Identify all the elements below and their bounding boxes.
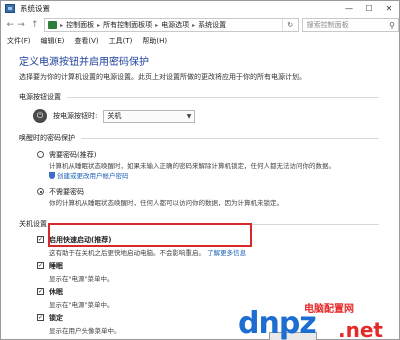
watermark-logo: 电脑配置网 dnpz .net <box>238 300 398 340</box>
menu-view[interactable]: 查看(V) <box>74 36 98 46</box>
checkbox-checked[interactable]: ✓ <box>37 288 44 296</box>
address-bar: ← → ↑ ▸ 控制面板 ▸ 所有控制面板项 ▸ 电源选项 ▸ 系统设置 ↻ 搜… <box>1 16 399 34</box>
breadcrumb-item[interactable]: 所有控制面板项 <box>103 20 152 30</box>
checkbox-description: 这有助于在关机之后更快地启动电脑。不会影响重启。 <box>49 249 205 258</box>
power-button-action-value: 关机 <box>107 112 122 120</box>
checkbox-label: 休眠 <box>49 288 63 297</box>
checkbox-checked[interactable]: ✓ <box>37 314 44 322</box>
search-placeholder: 搜索控制面板 <box>306 21 349 29</box>
breadcrumb[interactable]: ▸ 控制面板 ▸ 所有控制面板项 ▸ 电源选项 ▸ 系统设置 ↻ <box>44 18 299 32</box>
learn-more-link[interactable]: 了解更多信息 <box>207 249 246 257</box>
fast-startup-highlight-box <box>48 223 252 247</box>
menu-tools[interactable]: 工具(T) <box>109 36 133 46</box>
back-arrow-icon[interactable]: ← <box>5 18 16 32</box>
control-panel-icon <box>5 4 15 13</box>
menu-file[interactable]: 文件(F) <box>7 36 31 46</box>
close-button[interactable]: ✕ <box>379 1 399 16</box>
minimize-button[interactable]: — <box>339 1 359 16</box>
watermark-main: dnpz <box>238 306 317 340</box>
radio-label: 需要密码(推荐) <box>49 151 97 159</box>
checkbox-sleep[interactable]: ✓ 睡眠 显示在"电源"菜单中。 <box>37 261 379 283</box>
menu-bar: 文件(F) 编辑(E) 查看(V) 工具(T) 帮助(H) <box>1 35 399 47</box>
settings-content: 定义电源按钮并启用密码保护 选择要为你的计算机设置的电源设置。此页上对设置所做的… <box>19 53 379 335</box>
forward-arrow-icon[interactable]: → <box>16 18 27 32</box>
window-title: 系统设置 <box>20 4 50 13</box>
power-icon: ⏻ <box>33 109 47 123</box>
radio-button-selected[interactable] <box>37 188 44 196</box>
up-arrow-icon[interactable]: ↑ <box>29 18 40 32</box>
radio-description: 你的计算机从睡眠状态唤醒时，任何人都可以访问你的数据，因为计算机未锁定。 <box>49 199 283 208</box>
breadcrumb-item[interactable]: 系统设置 <box>198 20 226 30</box>
system-settings-window: 系统设置 — ☐ ✕ ← → ↑ ▸ 控制面板 ▸ 所有控制面板项 ▸ 电源选项… <box>0 0 400 340</box>
title-bar: 系统设置 — ☐ ✕ <box>1 1 399 16</box>
power-button-label: 按电源按钮时: <box>53 112 98 120</box>
search-icon: ⚲ <box>389 20 395 30</box>
menu-help[interactable]: 帮助(H) <box>142 36 167 46</box>
radio-label: 不需要密码 <box>49 188 84 197</box>
checkbox-description: 显示在"电源"菜单中。 <box>49 275 114 284</box>
power-button-row: ⏻ 按电源按钮时: 关机 ▼ <box>33 109 379 123</box>
chevron-down-icon: ▼ <box>186 112 192 120</box>
checkbox-description: 显示在"电源"菜单中。 <box>49 301 114 310</box>
breadcrumb-item[interactable]: 控制面板 <box>66 20 94 30</box>
section-wake-password: 唤醒时的密码保护 <box>19 133 379 143</box>
search-input[interactable]: 搜索控制面板 ⚲ <box>301 18 399 32</box>
change-password-link[interactable]: 创建或更改用户帐户密码 <box>57 172 129 180</box>
checkbox-label: 睡眠 <box>49 262 63 271</box>
watermark-tld: .net <box>338 318 383 340</box>
window-controls: — ☐ ✕ <box>339 1 399 16</box>
radio-description: 计算机从睡眠状态唤醒时，如果未输入正确的密码来解除计算机锁定，任何人都无法访问你… <box>49 162 335 170</box>
section-power-button: 电源按钮设置 <box>19 92 379 102</box>
maximize-button[interactable]: ☐ <box>359 1 379 16</box>
radio-button[interactable] <box>37 151 44 158</box>
checkbox-label: 锁定 <box>49 314 63 323</box>
page-title: 定义电源按钮并启用密码保护 <box>19 57 149 68</box>
radio-require-password[interactable]: 需要密码(推荐) 计算机从睡眠状态唤醒时，如果未输入正确的密码来解除计算机锁定，… <box>37 150 379 180</box>
radio-no-password[interactable]: 不需要密码 你的计算机从睡眠状态唤醒时，任何人都可以访问你的数据，因为计算机未锁… <box>37 187 379 207</box>
checkbox-checked[interactable]: ✓ <box>37 262 44 270</box>
menu-edit[interactable]: 编辑(E) <box>41 36 65 46</box>
shield-icon <box>49 172 55 180</box>
breadcrumb-item[interactable]: 电源选项 <box>161 20 189 30</box>
control-panel-breadcrumb-icon <box>48 21 58 29</box>
page-description: 选择要为你的计算机设置的电源设置。此页上对设置所做的更改将应用于你的所有电源计划… <box>19 73 306 81</box>
checkbox-checked[interactable]: ✓ <box>37 236 44 244</box>
refresh-icon[interactable]: ↻ <box>281 19 298 31</box>
checkbox-description: 显示在用户头像菜单中。 <box>49 327 121 336</box>
power-button-action-select[interactable]: 关机 ▼ <box>103 109 196 123</box>
